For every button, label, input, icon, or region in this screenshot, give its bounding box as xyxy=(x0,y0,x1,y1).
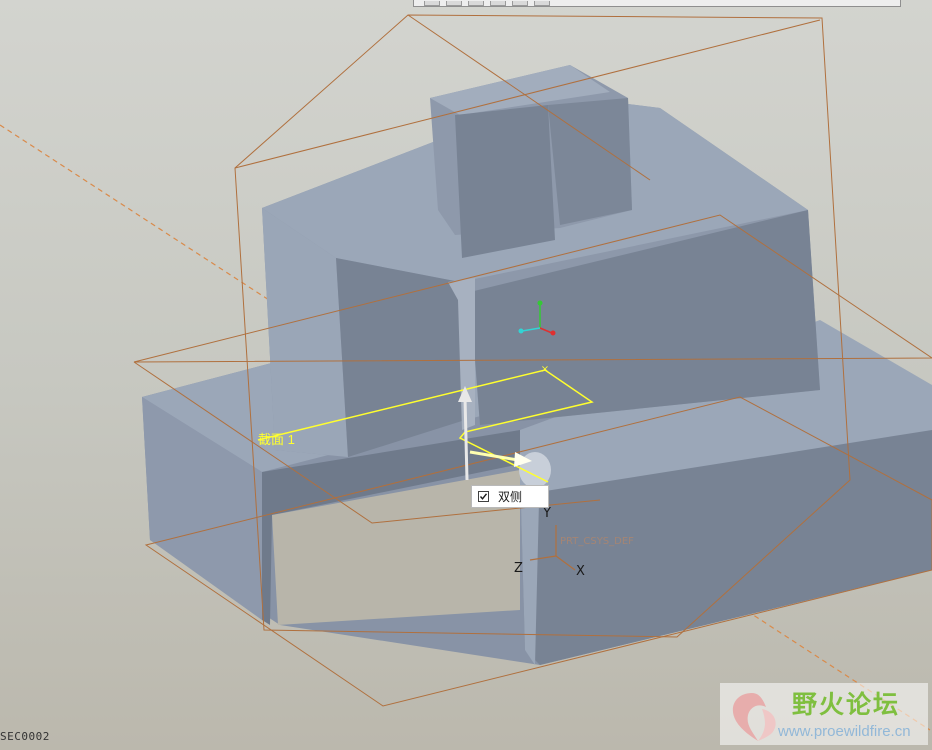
model-name-text: SEC0002 xyxy=(0,730,50,743)
tower-right-face xyxy=(548,98,632,225)
top-toolbar xyxy=(413,0,901,7)
triad-z-dot xyxy=(518,328,524,334)
triad-x-dot xyxy=(550,330,556,336)
model-scene[interactable]: × xyxy=(0,0,932,750)
watermark-url: www.proewildfire.cn xyxy=(778,723,911,740)
toolbar-button[interactable] xyxy=(534,1,550,6)
triad-y-dot xyxy=(537,300,543,306)
forum-watermark: 野火论坛 www.proewildfire.cn xyxy=(720,683,928,745)
section-corner-mark: × xyxy=(541,364,549,375)
drag-arrow-up[interactable] xyxy=(463,397,469,481)
forum-logo-icon xyxy=(732,693,776,741)
both-sides-option[interactable]: 双侧 xyxy=(471,485,549,508)
toolbar-button[interactable] xyxy=(424,1,440,6)
toolbar-button[interactable] xyxy=(490,1,506,6)
csys-name-label: PRT_CSYS_DEF xyxy=(560,536,634,547)
section-name-label[interactable]: 截面 1 xyxy=(258,429,295,448)
toolbar-button[interactable] xyxy=(446,1,462,6)
watermark-title: 野火论坛 xyxy=(792,690,901,719)
csys-z-label: Z xyxy=(514,561,523,576)
both-sides-checkbox[interactable] xyxy=(478,491,489,502)
both-sides-label: 双侧 xyxy=(498,490,523,504)
toolbar-button[interactable] xyxy=(512,1,528,6)
graphics-viewport[interactable]: × 截面 1 PRT_CSYS_DEF Y Z X 双侧 SEC0002 野火论… xyxy=(0,0,932,750)
tower-slot-face xyxy=(455,105,555,258)
csys-x-label: X xyxy=(576,564,585,579)
csys-y-label: Y xyxy=(543,506,551,521)
toolbar-button[interactable] xyxy=(468,1,484,6)
check-icon xyxy=(479,493,488,500)
